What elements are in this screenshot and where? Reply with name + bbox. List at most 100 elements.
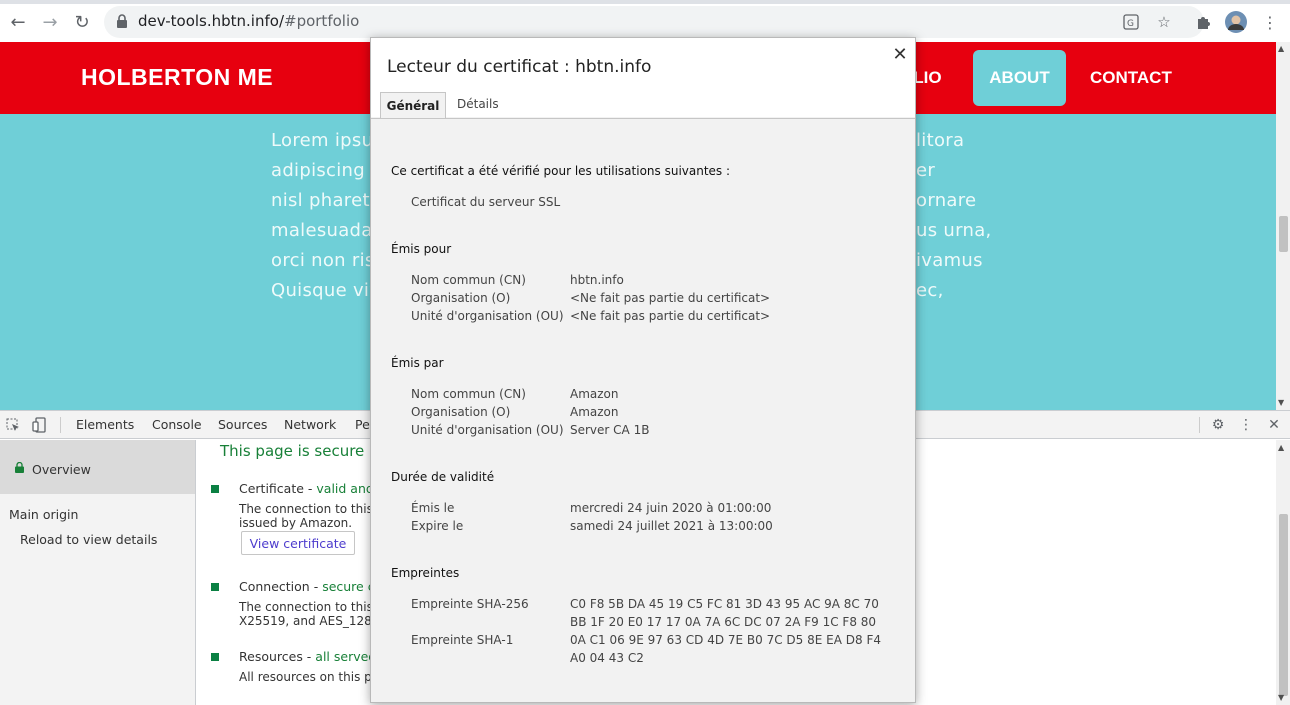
issued-by-ou-value: Server CA 1B	[570, 423, 650, 437]
certificate-desc: issued by Amazon.	[239, 516, 353, 530]
tab-divider	[60, 417, 61, 433]
scroll-up-arrow-icon[interactable]: ▲	[1278, 44, 1284, 53]
issued-to-cn-value: hbtn.info	[570, 273, 624, 287]
sha1-label: Empreinte SHA-1	[411, 633, 514, 647]
tab-sources[interactable]: Sources	[218, 417, 267, 432]
sidebar-reload-details[interactable]: Reload to view details	[20, 532, 157, 547]
dialog-title: Lecteur du certificat : hbtn.info	[387, 57, 652, 77]
devtools-menu-kebab-icon[interactable]: ⋮	[1236, 415, 1256, 435]
resources-label: Resources -	[239, 649, 316, 664]
tab-general[interactable]: Général	[380, 92, 446, 119]
certificate-viewer-dialog: Lecteur du certificat : hbtn.info ✕ Géné…	[370, 37, 916, 703]
lorem-text-line: orci non risu	[271, 250, 387, 271]
lorem-text-line: nisl pharetr	[271, 190, 378, 211]
devtools-scroll-thumb[interactable]	[1279, 514, 1288, 696]
scroll-down-arrow-icon[interactable]: ▼	[1278, 398, 1284, 407]
extensions-puzzle-icon[interactable]	[1190, 8, 1218, 36]
secure-bullet-icon	[211, 583, 219, 591]
bookmark-star-icon[interactable]: ☆	[1152, 10, 1176, 34]
lorem-text-line: ornare	[916, 190, 977, 211]
page-scrollbar[interactable]: ▲ ▼	[1276, 42, 1290, 410]
browser-toolbar: ← → ↻ dev-tools.hbtn.info/#portfolio G ☆…	[0, 0, 1290, 42]
tab-network[interactable]: Network	[284, 417, 336, 432]
issued-to-o-label: Organisation (O)	[411, 291, 511, 305]
issued-to-ou-value: <Ne fait pas partie du certificat>	[570, 309, 771, 323]
certificate-desc: The connection to this si	[239, 502, 387, 516]
lorem-text-line: er	[916, 160, 936, 181]
inspect-element-icon[interactable]	[3, 415, 23, 435]
tab-elements[interactable]: Elements	[76, 417, 134, 432]
issued-on-label: Émis le	[411, 501, 455, 515]
issued-to-heading: Émis pour	[391, 242, 452, 256]
security-sidebar: Overview Main origin Reload to view deta…	[0, 440, 196, 705]
url-text[interactable]: dev-tools.hbtn.info/#portfolio	[138, 12, 359, 30]
lorem-text-line: litora	[916, 130, 965, 151]
issued-to-cn-label: Nom commun (CN)	[411, 273, 526, 287]
issued-to-o-value: <Ne fait pas partie du certificat>	[570, 291, 771, 305]
lock-icon	[15, 462, 24, 473]
nav-contact[interactable]: CONTACT	[1074, 50, 1188, 106]
connection-desc: The connection to this si	[239, 600, 387, 614]
close-icon[interactable]: ✕	[891, 43, 909, 65]
secure-bullet-icon	[211, 485, 219, 493]
url-path: #portfolio	[284, 12, 360, 30]
sidebar-main-origin: Main origin	[9, 507, 79, 522]
close-devtools-icon[interactable]: ✕	[1264, 415, 1284, 435]
security-summary-title: This page is secure (va	[220, 442, 393, 460]
reload-icon[interactable]: ↻	[68, 8, 96, 36]
scroll-down-arrow-icon[interactable]: ▼	[1278, 693, 1284, 702]
devtools-scrollbar[interactable]: ▲ ▼	[1276, 440, 1290, 705]
sha256-value: BB 1F 20 E0 17 17 0A 7A 6C DC 07 2A F9 1…	[570, 615, 877, 629]
tab-console[interactable]: Console	[152, 417, 202, 432]
view-certificate-button[interactable]: View certificate	[241, 531, 355, 555]
lorem-text-line: ivamus	[916, 250, 983, 271]
tab-divider	[1199, 417, 1200, 433]
lorem-text-line: adipiscing e	[271, 160, 383, 181]
resources-desc: All resources on this pag	[239, 670, 387, 684]
page-scroll-thumb[interactable]	[1279, 216, 1288, 252]
profile-avatar[interactable]	[1222, 8, 1250, 36]
forward-arrow-icon[interactable]: →	[36, 8, 64, 36]
lorem-text-line: Lorem ipsur	[271, 130, 381, 151]
dialog-titlebar: Lecteur du certificat : hbtn.info ✕ Géné…	[371, 38, 915, 119]
expires-label: Expire le	[411, 519, 464, 533]
validity-heading: Durée de validité	[391, 470, 495, 484]
issued-by-cn-value: Amazon	[570, 387, 619, 401]
issued-by-o-value: Amazon	[570, 405, 619, 419]
sha256-label: Empreinte SHA-256	[411, 597, 529, 611]
issued-by-cn-label: Nom commun (CN)	[411, 387, 526, 401]
lorem-text-line: ec,	[916, 280, 944, 301]
scroll-up-arrow-icon[interactable]: ▲	[1278, 443, 1284, 452]
issued-to-ou-label: Unité d'organisation (OU)	[411, 309, 564, 323]
issued-on-value: mercredi 24 juin 2020 à 01:00:00	[570, 501, 772, 515]
verified-heading: Ce certificat a été vérifié pour les uti…	[391, 164, 731, 178]
lorem-text-line: malesuada t	[271, 220, 386, 241]
lorem-text-line: us urna,	[916, 220, 992, 241]
device-toolbar-icon[interactable]	[29, 415, 49, 435]
settings-gear-icon[interactable]: ⚙	[1208, 415, 1228, 435]
connection-desc: X25519, and AES_128_G	[239, 614, 388, 628]
sha1-value: A0 04 43 C2	[570, 651, 644, 665]
expires-value: samedi 24 juillet 2021 à 13:00:00	[570, 519, 773, 533]
back-arrow-icon[interactable]: ←	[4, 8, 32, 36]
issued-by-o-label: Organisation (O)	[411, 405, 511, 419]
certificate-general-content: Ce certificat a été vérifié pour les uti…	[371, 118, 915, 702]
connection-label: Connection -	[239, 579, 323, 594]
fingerprints-heading: Empreintes	[391, 566, 460, 580]
site-brand[interactable]: HOLBERTON ME	[81, 64, 273, 91]
nav-about[interactable]: ABOUT	[973, 50, 1066, 106]
verified-use: Certificat du serveur SSL	[411, 195, 561, 209]
issued-by-ou-label: Unité d'organisation (OU)	[411, 423, 564, 437]
tab-details[interactable]: Détails	[457, 97, 499, 111]
lock-icon[interactable]	[116, 14, 128, 28]
secure-bullet-icon	[211, 653, 219, 661]
sha256-value: C0 F8 5B DA 45 19 C5 FC 81 3D 43 95 AC 9…	[570, 597, 879, 611]
svg-text:G: G	[1127, 19, 1134, 29]
translate-icon[interactable]: G	[1119, 10, 1143, 34]
address-bar[interactable]: dev-tools.hbtn.info/#portfolio G ☆	[104, 6, 1204, 38]
certificate-label: Certificate -	[239, 481, 317, 496]
sidebar-item-overview[interactable]: Overview	[0, 440, 195, 494]
sidebar-overview-label: Overview	[32, 462, 91, 477]
menu-kebab-icon[interactable]: ⋮	[1256, 8, 1284, 36]
lorem-text-line: Quisque viv	[271, 280, 381, 301]
